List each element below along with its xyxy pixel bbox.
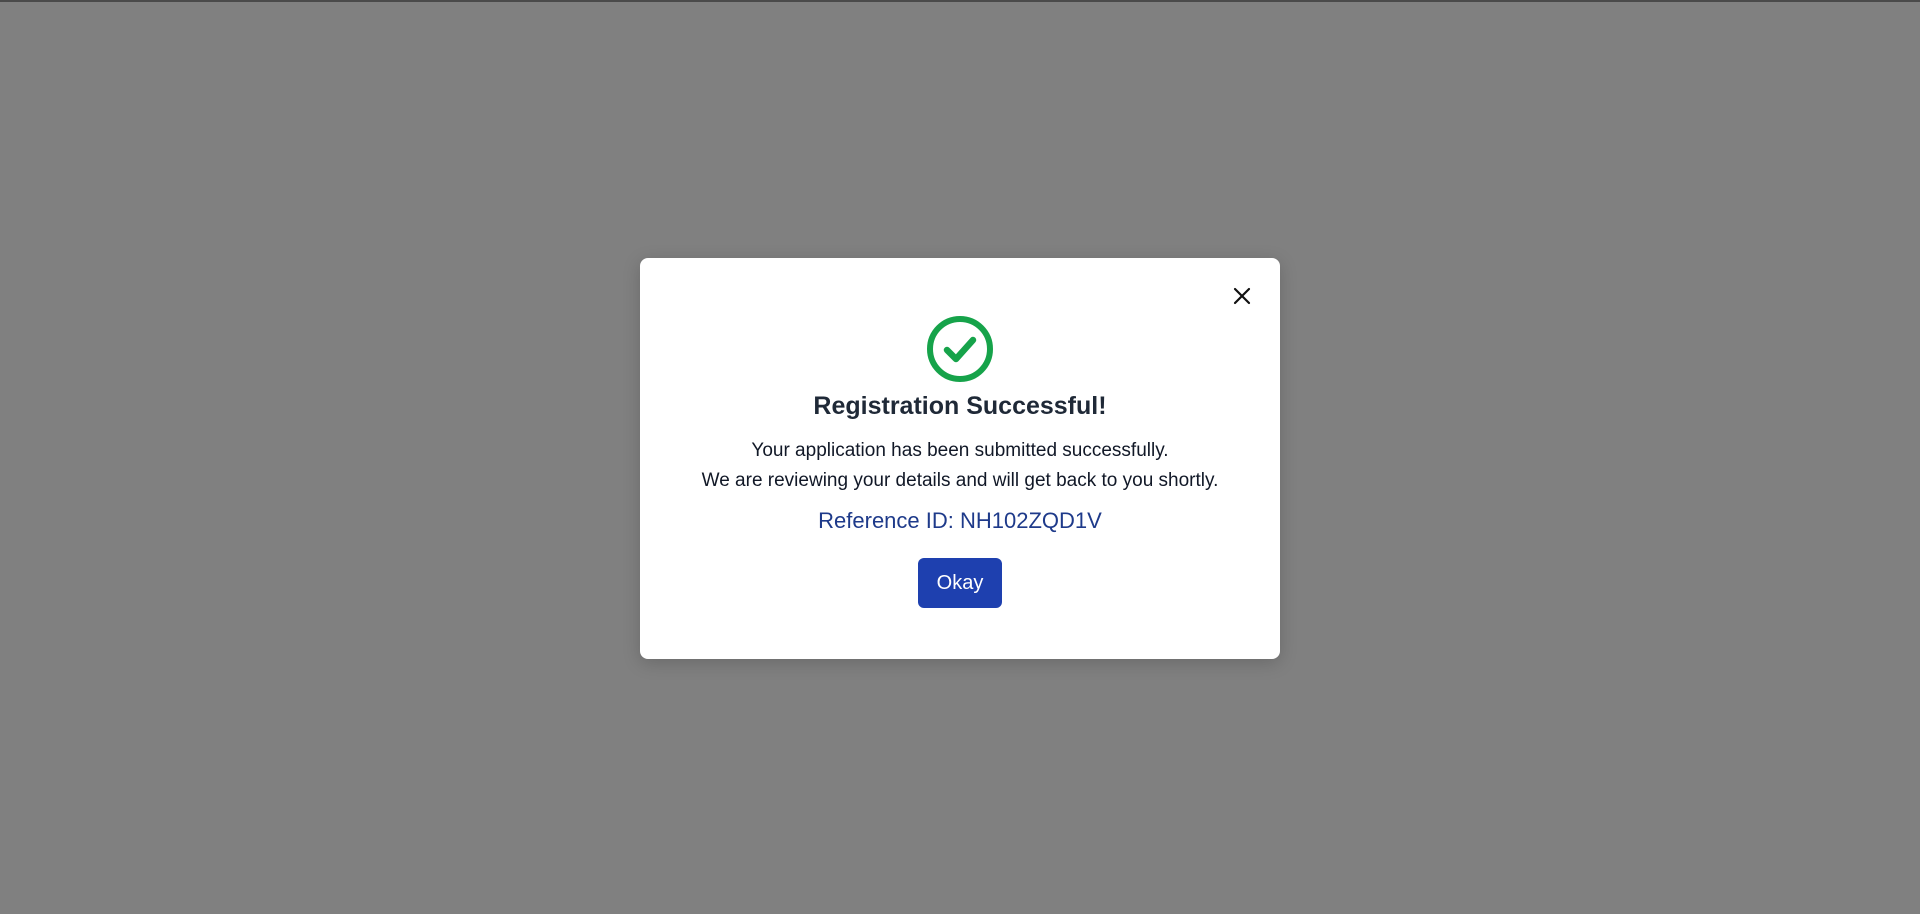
success-dialog: Registration Successful! Your applicatio… xyxy=(640,258,1280,659)
message-line-1: Your application has been submitted succ… xyxy=(751,440,1169,461)
dialog-message: Your application has been submitted succ… xyxy=(640,436,1280,496)
close-button[interactable] xyxy=(1230,284,1254,308)
okay-button[interactable]: Okay xyxy=(918,558,1002,608)
check-circle-icon xyxy=(926,315,994,383)
reference-value: NH102ZQD1V xyxy=(960,508,1102,533)
close-icon xyxy=(1233,287,1251,305)
top-border xyxy=(0,0,1920,2)
reference-label: Reference ID: xyxy=(818,508,954,533)
reference-id: Reference ID: NH102ZQD1V xyxy=(640,506,1280,536)
dialog-title: Registration Successful! xyxy=(813,392,1107,420)
message-line-2: We are reviewing your details and will g… xyxy=(701,470,1219,491)
